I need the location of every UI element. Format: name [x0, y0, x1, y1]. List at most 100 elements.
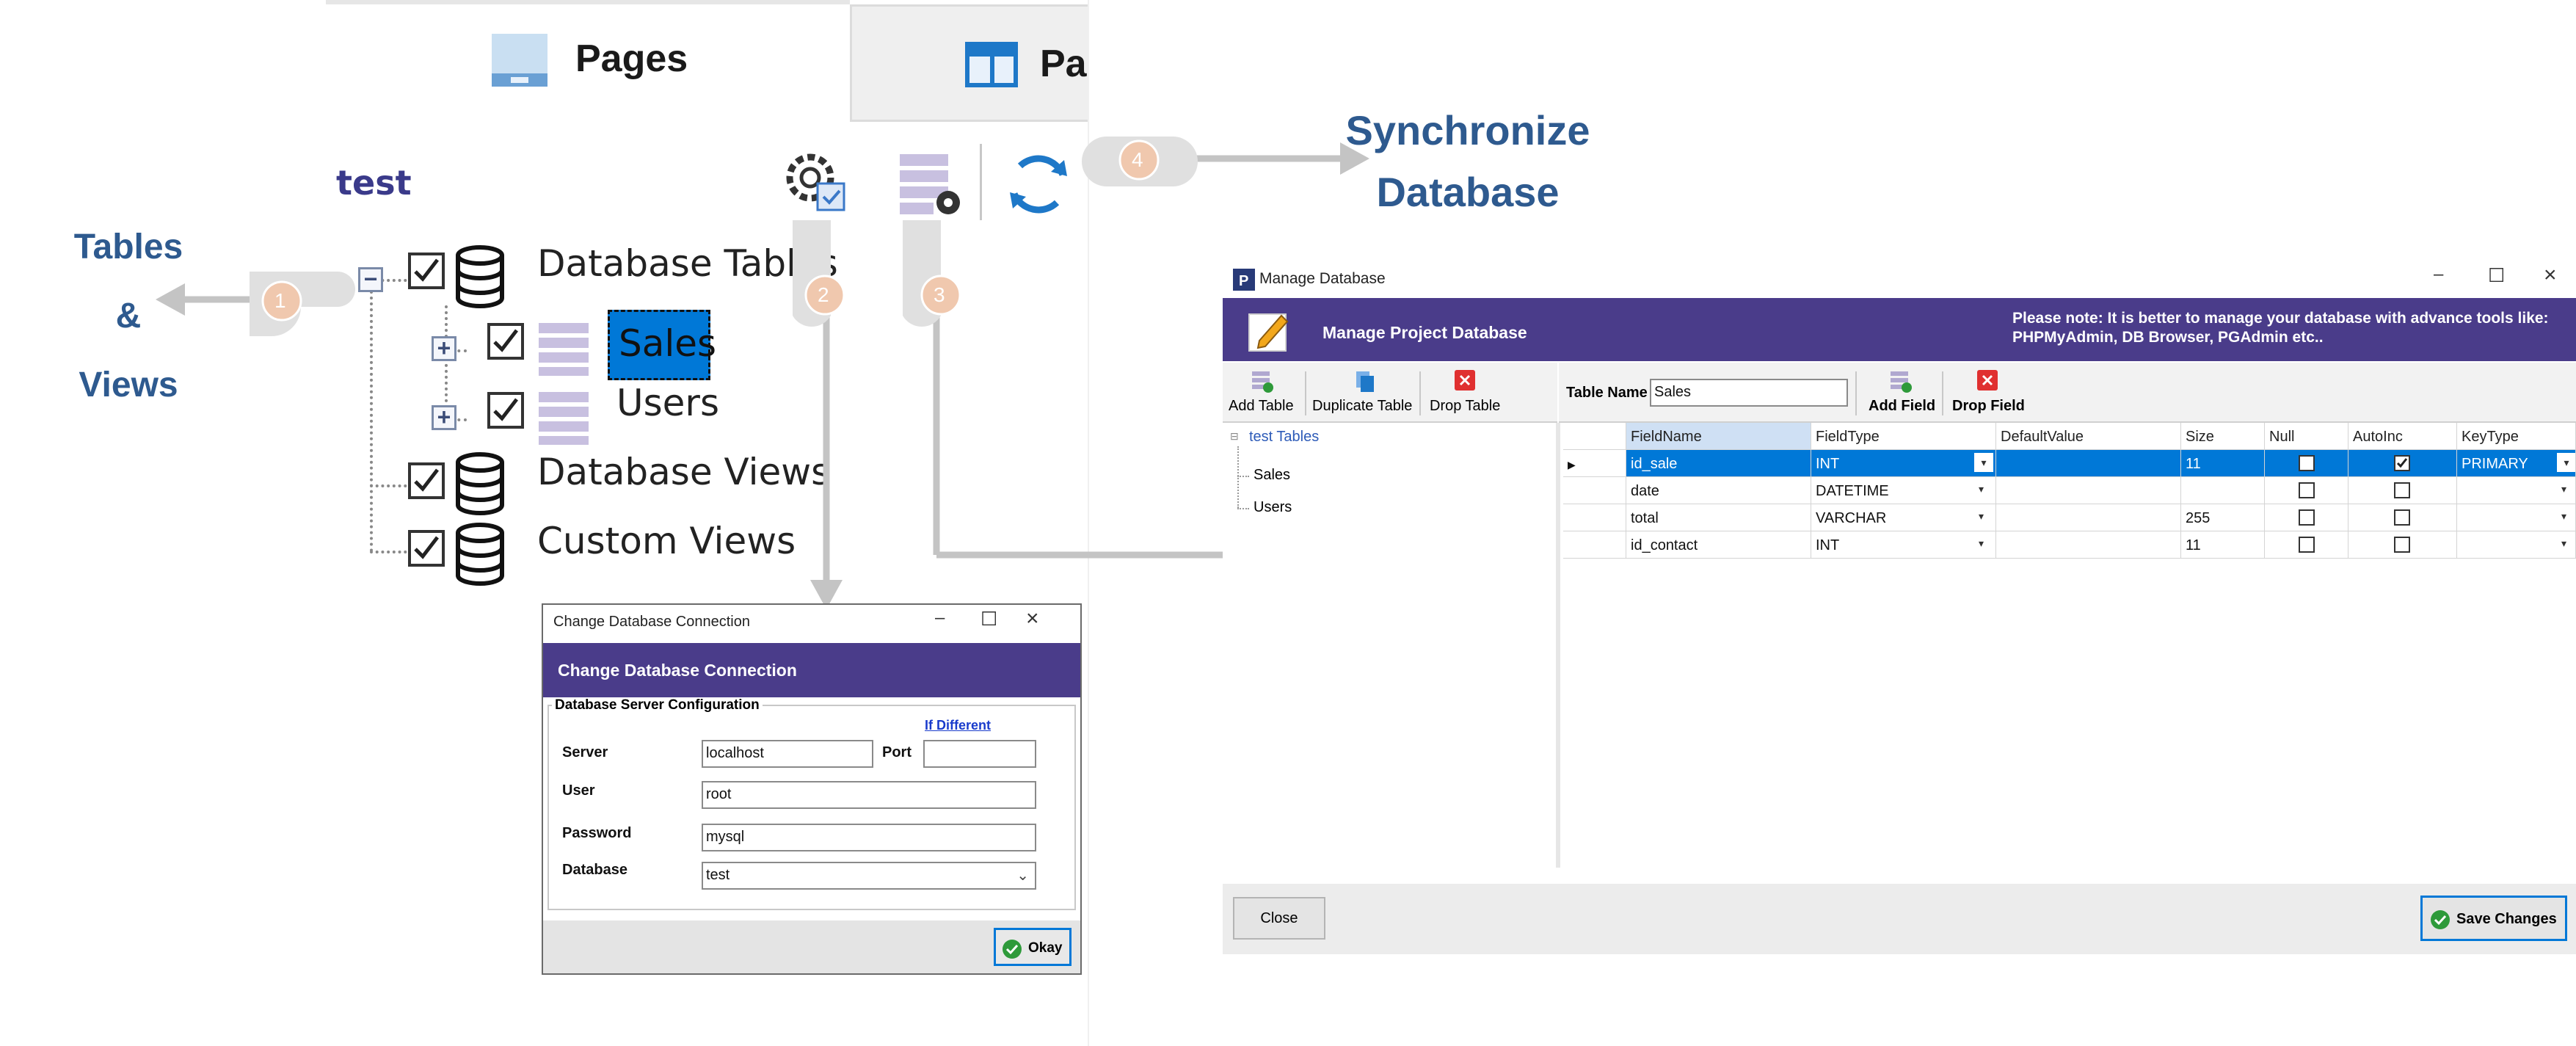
default-value-cell[interactable] [1996, 504, 2181, 531]
size-cell[interactable]: 11 [2181, 531, 2265, 559]
row-header[interactable] [1563, 477, 1626, 504]
size-cell[interactable]: 11 [2181, 450, 2265, 477]
size-cell[interactable] [2181, 477, 2265, 504]
dropdown-icon[interactable]: ▾ [2557, 453, 2575, 472]
drop-table-button[interactable]: Drop Table [1425, 368, 1506, 418]
close-icon[interactable]: × [2544, 263, 2557, 288]
save-changes-button[interactable]: Save Changes [2420, 896, 2567, 941]
field-name-cell[interactable]: id_sale [1626, 450, 1811, 477]
column-header[interactable]: KeyType [2457, 423, 2576, 450]
null-checkbox[interactable] [2299, 482, 2315, 498]
row-header[interactable] [1563, 531, 1626, 559]
tree-root[interactable]: test Tables [1249, 429, 1319, 446]
dialog-header-title: Change Database Connection [558, 661, 797, 680]
add-table-label: Add Table [1229, 398, 1294, 414]
column-header[interactable]: FieldType [1811, 423, 1996, 450]
column-header[interactable]: Null [2265, 423, 2348, 450]
field-name-cell[interactable]: total [1626, 504, 1811, 531]
null-cell [2265, 504, 2348, 531]
null-checkbox[interactable] [2299, 537, 2315, 553]
default-value-cell[interactable] [1996, 477, 2181, 504]
default-value-cell[interactable] [1996, 531, 2181, 559]
key-type-cell[interactable]: PRIMARY ▾ [2457, 450, 2576, 477]
autoinc-checkbox[interactable] [2394, 537, 2410, 553]
svg-text:P: P [1239, 273, 1248, 289]
table-name-input[interactable]: Sales [1650, 379, 1848, 407]
null-checkbox[interactable] [2299, 455, 2315, 471]
maximize-icon[interactable]: ☐ [2488, 264, 2505, 287]
autoinc-checkbox-checked[interactable] [2394, 455, 2410, 471]
chevron-down-icon: ⌄ [1016, 868, 1029, 884]
dropdown-icon[interactable]: ▾ [1974, 453, 1993, 472]
dropdown-icon[interactable]: ▾ [2561, 537, 2566, 550]
dialog-header: Change Database Connection [543, 643, 1080, 697]
close-icon[interactable]: × [1026, 606, 1039, 631]
add-table-icon [1252, 371, 1273, 393]
close-button[interactable]: Close [1233, 897, 1325, 940]
app-icon: P [1233, 269, 1255, 291]
okay-button[interactable]: Okay [994, 928, 1071, 966]
key-type-cell[interactable]: ▾ [2457, 504, 2576, 531]
autoinc-checkbox[interactable] [2394, 509, 2410, 526]
autoinc-checkbox[interactable] [2394, 482, 2410, 498]
column-header[interactable]: Size [2181, 423, 2265, 450]
dialog-title: Manage Database [1259, 270, 1386, 287]
minimize-icon[interactable]: – [935, 608, 945, 628]
column-header[interactable]: AutoInc [2348, 423, 2457, 450]
server-input[interactable]: localhost [702, 740, 873, 768]
dialog-header: Manage Project Database Please note: It … [1223, 298, 2576, 361]
default-value-cell[interactable] [1996, 450, 2181, 477]
tree-item-sales[interactable]: Sales [1254, 467, 1290, 484]
null-cell [2265, 450, 2348, 477]
column-header[interactable]: FieldName [1626, 423, 1811, 450]
drop-field-button[interactable]: Drop Field [1948, 368, 2029, 418]
dropdown-icon[interactable]: ▾ [1979, 537, 1984, 550]
field-type-cell[interactable]: VARCHAR ▾ [1811, 504, 1996, 531]
dropdown-icon[interactable]: ▾ [1979, 483, 1984, 495]
group-label: Database Server Configuration [552, 697, 763, 713]
field-name-cell[interactable]: id_contact [1626, 531, 1811, 559]
delete-icon [1455, 370, 1475, 391]
if-different-link[interactable]: If Different [925, 718, 991, 733]
okay-label: Okay [1028, 940, 1063, 956]
field-toolbar: Table Name Sales Add Field Drop Field [1559, 363, 2576, 423]
null-cell [2265, 477, 2348, 504]
dropdown-icon[interactable]: ▾ [1979, 510, 1984, 523]
user-input[interactable]: root [702, 781, 1036, 809]
step-number: 4 [1132, 148, 1143, 171]
key-type-value: PRIMARY [2462, 456, 2528, 472]
field-type-cell[interactable]: INT ▾ [1811, 450, 1996, 477]
key-type-cell[interactable]: ▾ [2457, 477, 2576, 504]
server-label: Server [562, 744, 608, 760]
field-type-cell[interactable]: INT ▾ [1811, 531, 1996, 559]
null-checkbox[interactable] [2299, 509, 2315, 526]
duplicate-table-button[interactable]: Duplicate Table [1309, 368, 1419, 418]
row-header[interactable]: ▶ [1563, 450, 1626, 477]
hand-pointer-icon [250, 137, 1198, 336]
fields-grid: FieldName FieldType DefaultValue Size Nu… [1563, 423, 2576, 868]
row-header[interactable] [1563, 504, 1626, 531]
maximize-icon[interactable]: ☐ [980, 608, 997, 631]
check-icon [2431, 910, 2450, 929]
collapse-icon[interactable]: ⊟ [1230, 430, 1239, 443]
field-type-cell[interactable]: DATETIME ▾ [1811, 477, 1996, 504]
password-input[interactable]: mysql [702, 824, 1036, 851]
add-field-button[interactable]: Add Field [1861, 368, 1942, 418]
dropdown-icon[interactable]: ▾ [2561, 510, 2566, 523]
drop-field-label: Drop Field [1952, 398, 2025, 414]
field-name-cell[interactable]: date [1626, 477, 1811, 504]
key-type-cell[interactable]: ▾ [2457, 531, 2576, 559]
dropdown-icon[interactable]: ▾ [2561, 483, 2566, 495]
column-header[interactable]: DefaultValue [1996, 423, 2181, 450]
tree-item-users[interactable]: Users [1254, 499, 1292, 516]
field-type-value: DATETIME [1816, 483, 1889, 499]
size-cell[interactable]: 255 [2181, 504, 2265, 531]
delete-icon [1977, 370, 1998, 391]
user-label: User [562, 782, 595, 799]
database-label: Database [562, 862, 627, 878]
database-select[interactable]: test ⌄ [702, 862, 1036, 890]
minimize-icon[interactable]: – [2434, 264, 2443, 285]
note-line-1: Please note: It is better to manage your… [2012, 310, 2549, 327]
add-table-button[interactable]: Add Table [1223, 368, 1303, 418]
port-input[interactable] [923, 740, 1036, 768]
